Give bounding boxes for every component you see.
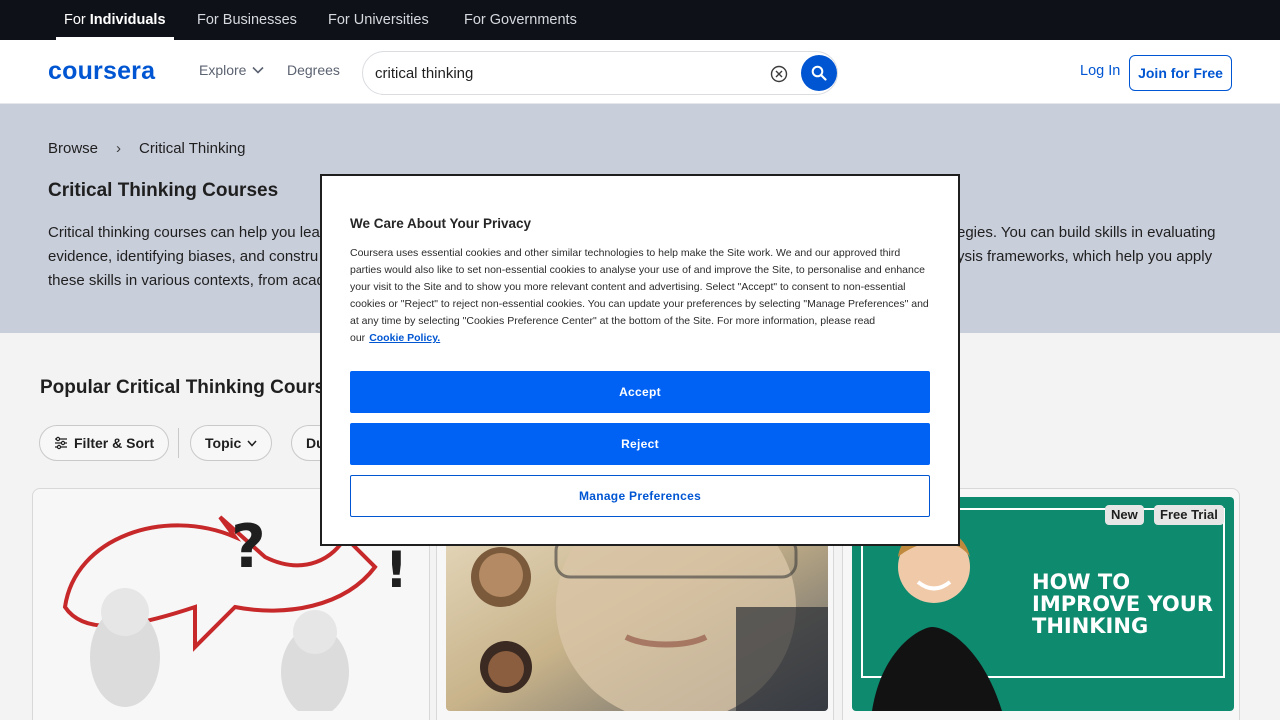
cookie-policy-link[interactable]: Cookie Policy. — [369, 332, 440, 344]
dialog-body-text: Coursera uses essential cookies and othe… — [350, 247, 929, 344]
dialog-body: Coursera uses essential cookies and othe… — [350, 245, 932, 347]
cookie-consent-dialog: We Care About Your Privacy Coursera uses… — [320, 174, 960, 546]
manage-preferences-button[interactable]: Manage Preferences — [350, 475, 930, 517]
dialog-title: We Care About Your Privacy — [350, 216, 532, 231]
accept-button[interactable]: Accept — [350, 371, 930, 413]
reject-button[interactable]: Reject — [350, 423, 930, 465]
